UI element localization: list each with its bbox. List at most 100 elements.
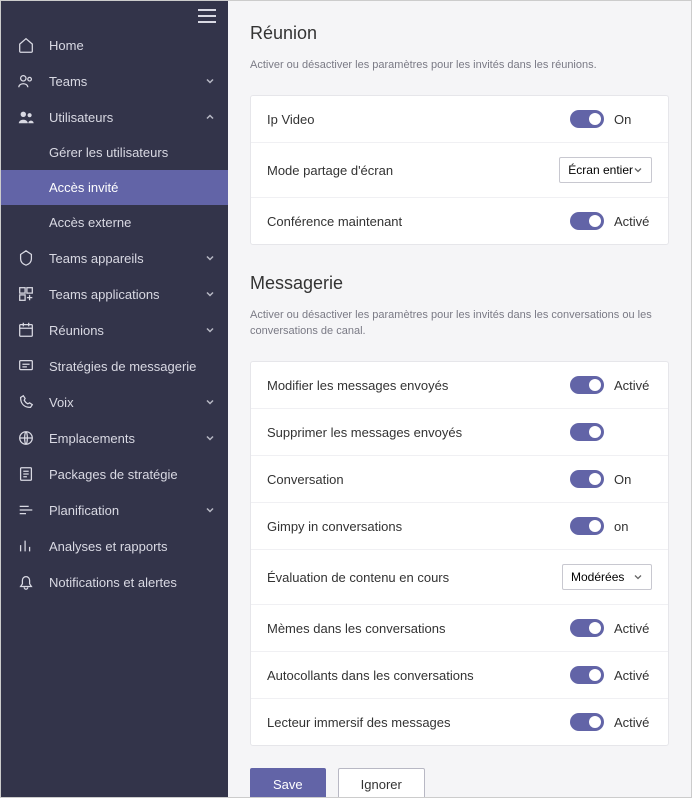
meeting-panel: Ip Video On Mode partage d'écran Écran e… [250, 95, 669, 245]
dropdown-screen-share[interactable]: Écran entier [559, 157, 652, 183]
sidebar-item-notifications[interactable]: Notifications et alertes [1, 564, 228, 600]
chevron-down-icon [204, 288, 216, 300]
chevron-down-icon [204, 396, 216, 408]
save-button[interactable]: Save [250, 768, 326, 797]
sidebar-item-label: Stratégies de messagerie [49, 359, 216, 374]
row-label: Mèmes dans les conversations [267, 621, 570, 636]
row-immersive-reader: Lecteur immersif des messages Activé [251, 699, 668, 745]
footer-buttons: Save Ignorer [228, 752, 691, 797]
chevron-up-icon [204, 111, 216, 123]
sidebar-item-locations[interactable]: Emplacements [1, 420, 228, 456]
row-label: Modifier les messages envoyés [267, 378, 570, 393]
dropdown-value: Écran entier [568, 163, 633, 177]
messaging-title: Messagerie [250, 273, 669, 294]
chevron-down-icon [204, 504, 216, 516]
row-chat: Conversation On [251, 456, 668, 503]
sidebar-item-label: Réunions [49, 323, 204, 338]
sidebar-item-label: Utilisateurs [49, 110, 204, 125]
toggle-chat[interactable] [570, 470, 604, 488]
row-label: Évaluation de contenu en cours [267, 570, 562, 585]
users-icon [17, 108, 35, 126]
toggle-memes[interactable] [570, 619, 604, 637]
sidebar-item-teams-devices[interactable]: Teams appareils [1, 240, 228, 276]
toggle-state: Activé [614, 621, 652, 636]
messaging-section: Messagerie Activer ou désactiver les par… [228, 251, 691, 361]
sidebar-item-label: Teams applications [49, 287, 204, 302]
toggle-stickers[interactable] [570, 666, 604, 684]
sidebar-subitem-guest-access[interactable]: Accès invité [1, 170, 228, 205]
meeting-desc: Activer ou désactiver les paramètres pou… [250, 58, 669, 73]
analytics-icon [17, 537, 35, 555]
toggle-delete-messages[interactable] [570, 423, 604, 441]
messaging-desc: Activer ou désactiver les paramètres pou… [250, 308, 669, 339]
toggle-state: Activé [614, 378, 652, 393]
toggle-meet-now[interactable] [570, 212, 604, 230]
toggle-state: Activé [614, 214, 652, 229]
row-label: Gimpy in conversations [267, 519, 570, 534]
sidebar-item-analytics[interactable]: Analyses et rapports [1, 528, 228, 564]
sidebar-item-label: Emplacements [49, 431, 204, 446]
hamburger-icon[interactable] [198, 9, 216, 23]
toggle-state: On [614, 112, 652, 127]
dropdown-content-moderation[interactable]: Modérées [562, 564, 652, 590]
sidebar: Home Teams Utilisateurs Gérer les utilis… [1, 1, 228, 797]
phone-icon [17, 393, 35, 411]
sidebar-item-home[interactable]: Home [1, 27, 228, 63]
row-label: Ip Video [267, 112, 570, 127]
home-icon [17, 36, 35, 54]
sidebar-item-teams[interactable]: Teams [1, 63, 228, 99]
sidebar-item-users[interactable]: Utilisateurs [1, 99, 228, 135]
sidebar-item-policy-packages[interactable]: Packages de stratégie [1, 456, 228, 492]
chevron-down-icon [204, 75, 216, 87]
sidebar-item-meetings[interactable]: Réunions [1, 312, 228, 348]
sidebar-item-label: Teams [49, 74, 204, 89]
apps-icon [17, 285, 35, 303]
row-memes: Mèmes dans les conversations Activé [251, 605, 668, 652]
calendar-icon [17, 321, 35, 339]
sidebar-item-label: Notifications et alertes [49, 575, 216, 590]
toggle-edit-messages[interactable] [570, 376, 604, 394]
toggle-state: Activé [614, 668, 652, 683]
toggle-immersive-reader[interactable] [570, 713, 604, 731]
row-label: Autocollants dans les conversations [267, 668, 570, 683]
toggle-state: On [614, 472, 652, 487]
sidebar-subitem-external-access[interactable]: Accès externe [1, 205, 228, 240]
package-icon [17, 465, 35, 483]
sidebar-top [1, 1, 228, 27]
row-label: Conférence maintenant [267, 214, 570, 229]
row-label: Conversation [267, 472, 570, 487]
toggle-state: Activé [614, 715, 652, 730]
toggle-gimpy[interactable] [570, 517, 604, 535]
discard-button[interactable]: Ignorer [338, 768, 425, 797]
row-screen-share-mode: Mode partage d'écran Écran entier [251, 143, 668, 198]
chevron-down-icon [204, 324, 216, 336]
chevron-down-icon [633, 572, 643, 582]
row-ip-video: Ip Video On [251, 96, 668, 143]
sidebar-item-messaging-policies[interactable]: Stratégies de messagerie [1, 348, 228, 384]
meeting-section: Réunion Activer ou désactiver les paramè… [228, 1, 691, 95]
message-icon [17, 357, 35, 375]
row-edit-messages: Modifier les messages envoyés Activé [251, 362, 668, 409]
sidebar-item-teams-apps[interactable]: Teams applications [1, 276, 228, 312]
sidebar-item-voice[interactable]: Voix [1, 384, 228, 420]
chevron-down-icon [204, 432, 216, 444]
sidebar-item-label: Planification [49, 503, 204, 518]
row-label: Lecteur immersif des messages [267, 715, 570, 730]
planning-icon [17, 501, 35, 519]
row-meet-now: Conférence maintenant Activé [251, 198, 668, 244]
messaging-panel: Modifier les messages envoyés Activé Sup… [250, 361, 669, 746]
sidebar-item-label: Analyses et rapports [49, 539, 216, 554]
row-gimpy-conversations: Gimpy in conversations on [251, 503, 668, 550]
device-icon [17, 249, 35, 267]
row-label: Mode partage d'écran [267, 163, 559, 178]
chevron-down-icon [633, 165, 643, 175]
chevron-down-icon [204, 252, 216, 264]
sidebar-subitem-manage-users[interactable]: Gérer les utilisateurs [1, 135, 228, 170]
sidebar-item-label: Packages de stratégie [49, 467, 216, 482]
toggle-ip-video[interactable] [570, 110, 604, 128]
sidebar-item-planning[interactable]: Planification [1, 492, 228, 528]
row-label: Supprimer les messages envoyés [267, 425, 570, 440]
sidebar-item-label: Voix [49, 395, 204, 410]
row-delete-messages: Supprimer les messages envoyés [251, 409, 668, 456]
row-content-moderation: Évaluation de contenu en cours Modérées [251, 550, 668, 605]
